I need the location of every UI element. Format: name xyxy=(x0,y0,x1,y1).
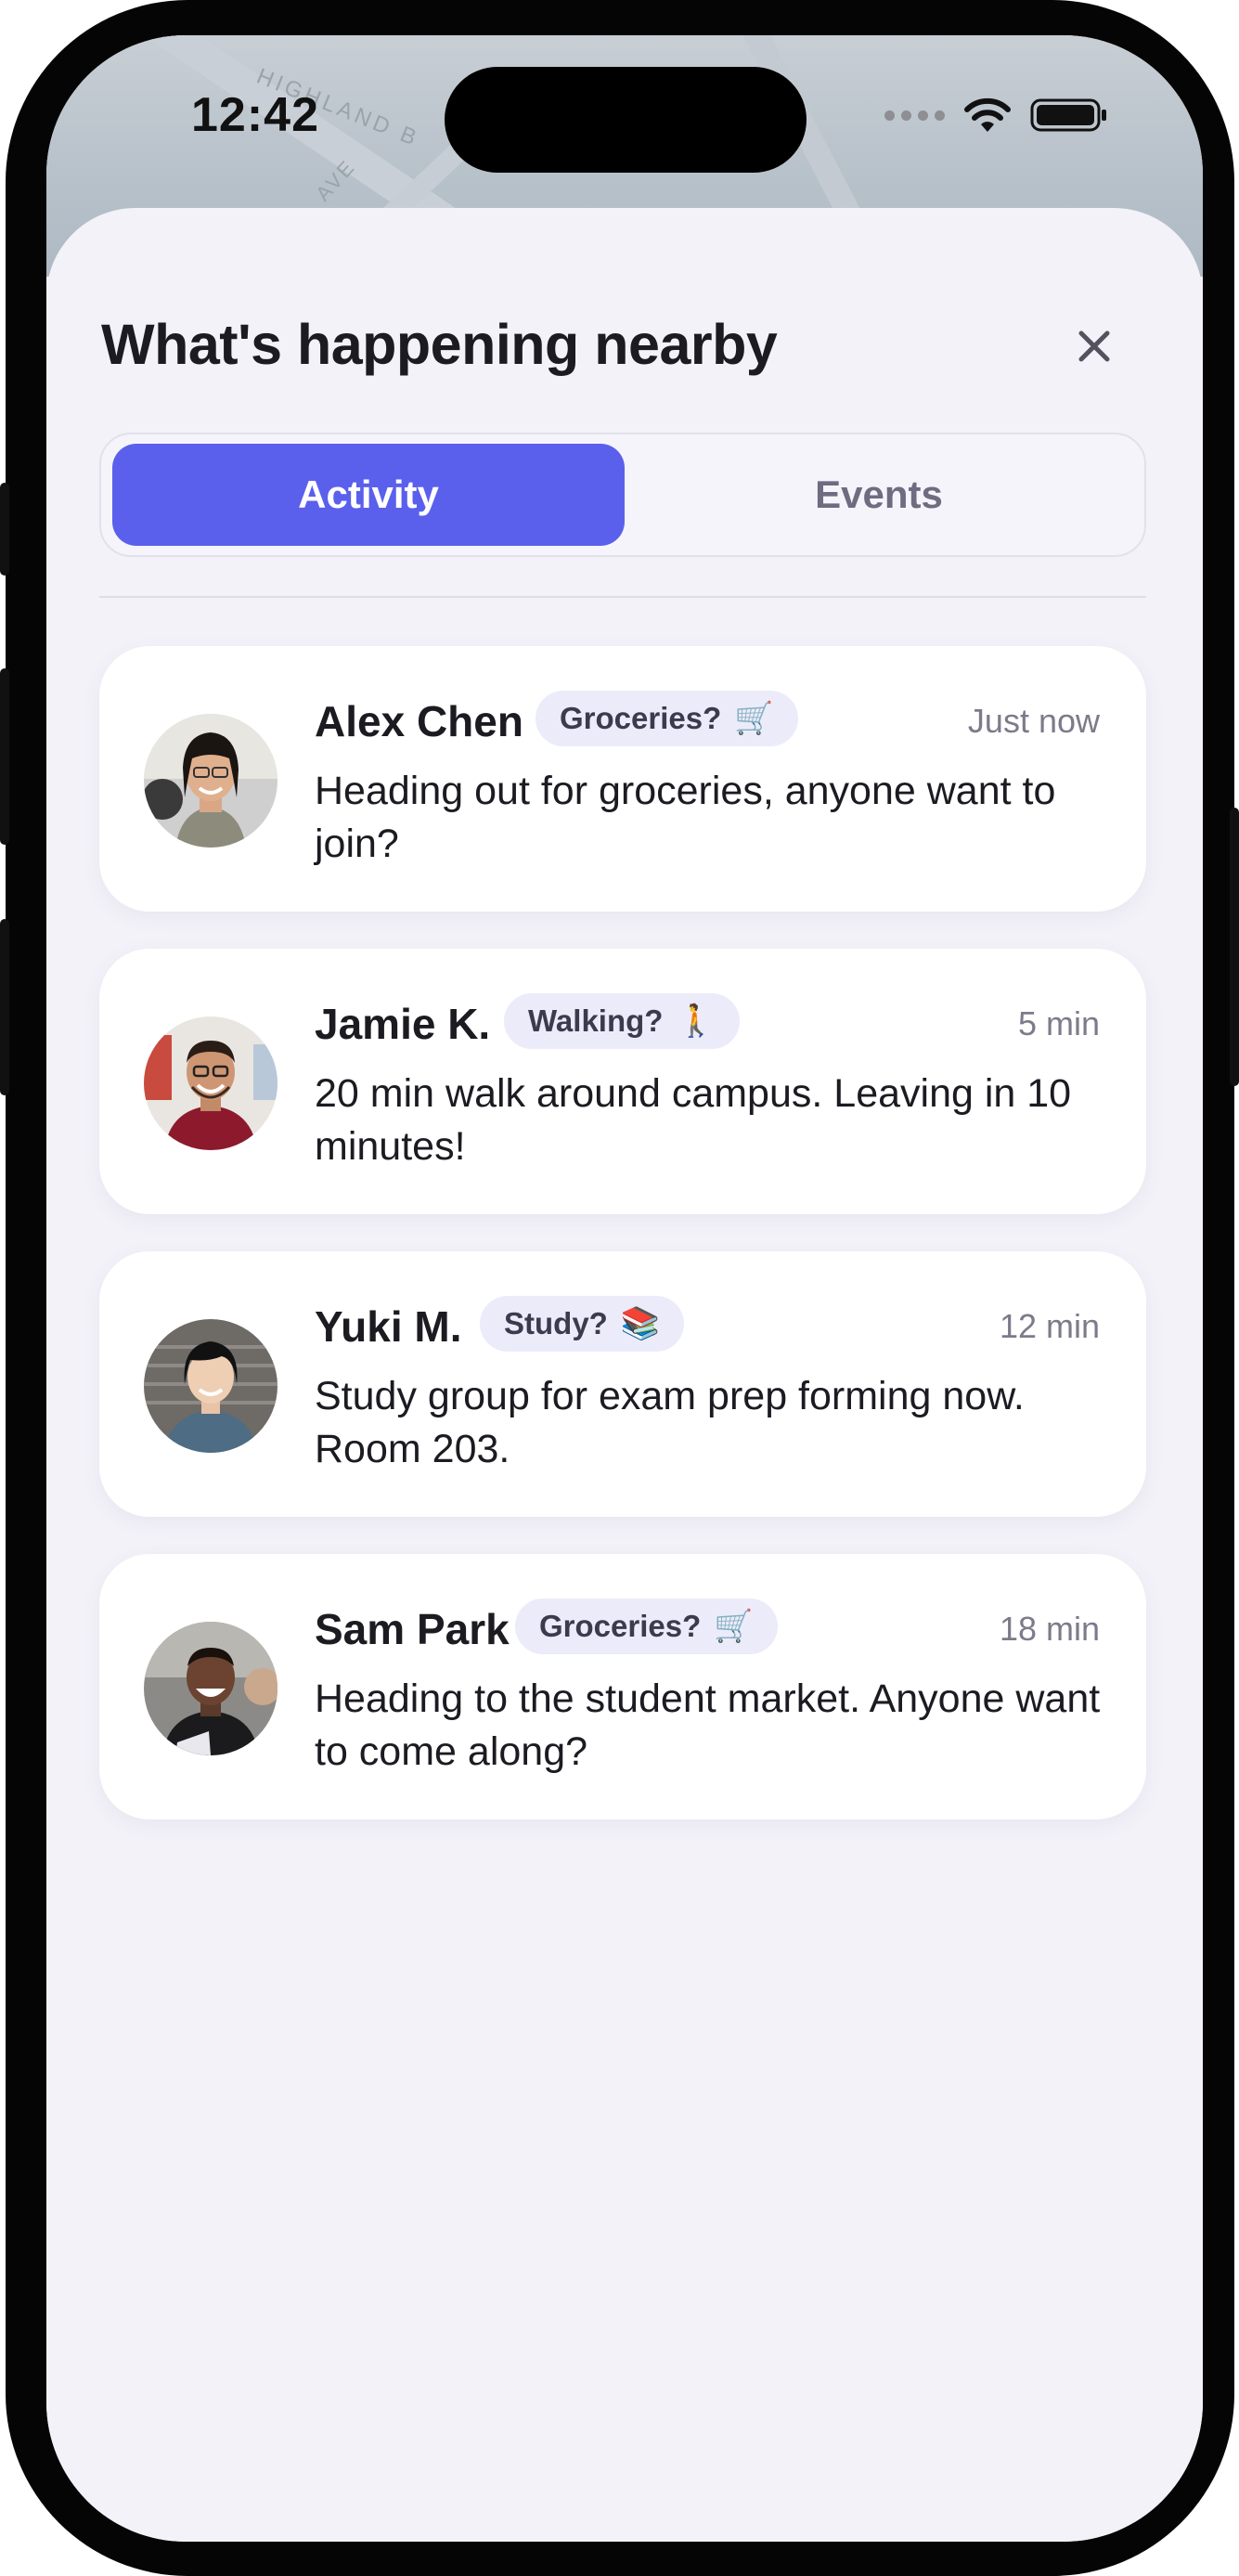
status-icons xyxy=(884,97,1110,134)
user-name: Sam Park xyxy=(315,1605,510,1653)
tab-activity[interactable]: Activity xyxy=(112,444,625,546)
user-name: Jamie K. xyxy=(315,1000,491,1048)
phone-frame: HIGHLAND B AVE 12:42 What's happening ne… xyxy=(6,0,1234,2576)
timestamp: Just now xyxy=(967,702,1100,740)
tag-label: Groceries? xyxy=(539,1609,702,1643)
activity-message: Heading to the student market. Anyone wa… xyxy=(315,1676,1101,1774)
wifi-icon xyxy=(964,97,1011,132)
activity-message: Heading out for groceries, anyone want t… xyxy=(315,769,1056,866)
status-time: 12:42 xyxy=(191,88,319,142)
battery-icon xyxy=(1030,98,1106,132)
tag-label: Study? xyxy=(504,1306,608,1340)
close-icon xyxy=(1078,330,1110,362)
close-button[interactable] xyxy=(1073,325,1116,368)
tab-events[interactable]: Events xyxy=(623,444,1135,546)
side-button xyxy=(1230,808,1239,1086)
timestamp: 18 min xyxy=(999,1610,1100,1648)
activity-tag[interactable]: Walking? 🚶 xyxy=(504,993,740,1049)
volume-up-button xyxy=(0,668,9,845)
tab-switcher: Activity Events xyxy=(99,433,1146,557)
activity-card[interactable]: Jamie K. Walking? 🚶 5 min 20 min walk ar… xyxy=(99,949,1146,1214)
avatar xyxy=(144,1622,277,1755)
timestamp: 12 min xyxy=(999,1307,1100,1345)
action-button xyxy=(0,483,9,576)
tag-label: Walking? xyxy=(528,1003,664,1038)
activity-card[interactable]: Alex Chen Groceries? 🛒 Just now Heading … xyxy=(99,646,1146,912)
dynamic-island xyxy=(445,67,807,173)
activity-card[interactable]: Sam Park Groceries? 🛒 18 min Heading to … xyxy=(99,1554,1146,1819)
timestamp: 5 min xyxy=(1017,1004,1100,1042)
activity-tag[interactable]: Groceries? 🛒 xyxy=(536,691,798,746)
activity-message: Study group for exam prep forming now. R… xyxy=(315,1374,1025,1471)
cart-icon: 🛒 xyxy=(714,1609,754,1644)
avatar xyxy=(144,1319,277,1453)
activity-card[interactable]: Yuki M. Study? 📚 12 min Study group for … xyxy=(99,1251,1146,1517)
tag-label: Groceries? xyxy=(560,701,722,735)
activity-tag[interactable]: Study? 📚 xyxy=(480,1296,685,1352)
bottom-sheet: What's happening nearby Activity Events xyxy=(46,208,1203,2542)
activity-message: 20 min walk around campus. Leaving in 10… xyxy=(315,1071,1072,1169)
walking-person-icon: 🚶 xyxy=(676,1003,716,1039)
sheet-title: What's happening nearby xyxy=(101,313,778,376)
activity-tag[interactable]: Groceries? 🛒 xyxy=(515,1599,778,1654)
books-icon: 📚 xyxy=(620,1306,661,1341)
cellular-signal-icon xyxy=(884,110,945,121)
avatar xyxy=(144,714,277,848)
user-name: Yuki M. xyxy=(315,1302,462,1351)
phone-screen: HIGHLAND B AVE 12:42 What's happening ne… xyxy=(46,35,1203,2542)
divider xyxy=(99,596,1146,598)
volume-down-button xyxy=(0,919,9,1095)
avatar xyxy=(144,1016,277,1150)
cart-icon: 🛒 xyxy=(734,701,774,736)
user-name: Alex Chen xyxy=(315,697,523,745)
